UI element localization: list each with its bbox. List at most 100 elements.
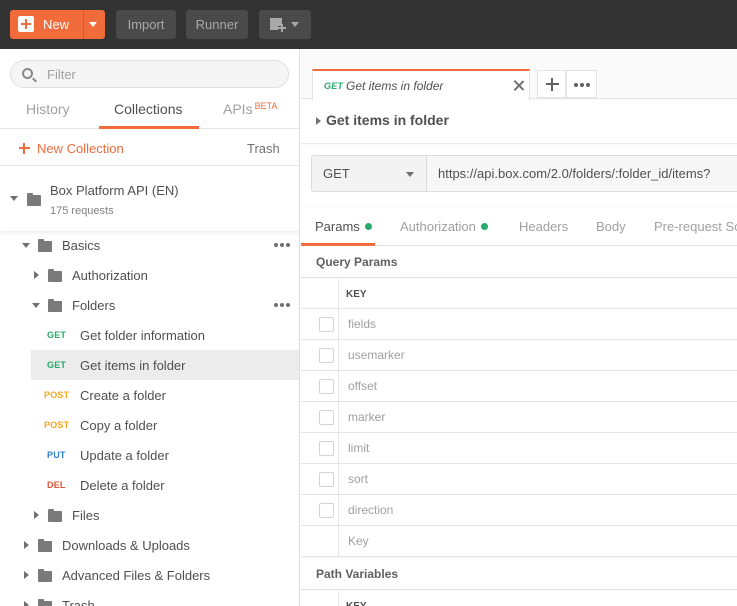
trash-button[interactable]: Trash — [247, 141, 280, 156]
filter-input[interactable] — [47, 66, 277, 83]
folder-downloads-uploads[interactable]: Downloads & Uploads — [0, 530, 299, 560]
status-dot — [364, 223, 372, 230]
tab-options-button[interactable] — [566, 70, 597, 98]
request-item[interactable]: PUT Update a folder — [0, 440, 299, 470]
param-row[interactable]: offset — [301, 371, 737, 402]
param-key[interactable]: fields — [348, 317, 376, 331]
collection-header[interactable]: Box Platform API (EN) 175 requests — [0, 173, 299, 231]
folder-label: Advanced Files & Folders — [62, 568, 211, 583]
caret-right-icon[interactable] — [24, 541, 29, 549]
param-key[interactable]: offset — [348, 379, 377, 393]
folder-icon — [48, 509, 62, 522]
tab-pre-request-script[interactable]: Pre-request Script — [654, 219, 737, 234]
new-button[interactable]: New — [10, 10, 105, 39]
folder-label: Trash — [62, 598, 95, 606]
close-icon[interactable] — [513, 80, 524, 91]
tab-body[interactable]: Body — [596, 219, 626, 234]
param-checkbox[interactable] — [319, 348, 334, 363]
more-options-icon[interactable] — [274, 243, 290, 247]
param-row[interactable]: direction — [301, 495, 737, 526]
url-value: https://api.box.com/2.0/folders/:folder_… — [438, 166, 711, 181]
param-row[interactable]: limit — [301, 433, 737, 464]
folder-files[interactable]: Files — [0, 500, 299, 530]
more-options-icon[interactable] — [274, 303, 290, 307]
new-key-input[interactable]: Key — [348, 534, 369, 548]
folder-label: Basics — [62, 238, 101, 253]
request-item[interactable]: POST Copy a folder — [0, 410, 299, 440]
folder-label: Files — [72, 508, 100, 523]
caret-right-icon[interactable] — [316, 117, 321, 125]
folder-advanced-files-folders[interactable]: Advanced Files & Folders — [0, 560, 299, 590]
param-key[interactable]: marker — [348, 410, 385, 424]
runner-button[interactable]: Runner — [186, 10, 248, 39]
folder-folders[interactable]: Folders — [0, 290, 299, 320]
key-column-header: KEY — [346, 289, 367, 300]
request-label: Delete a folder — [80, 478, 165, 493]
caret-down-icon[interactable] — [32, 303, 40, 308]
tab-params[interactable]: Params — [315, 219, 372, 234]
section-title: Path Variables — [316, 567, 399, 581]
divider — [338, 309, 339, 339]
param-row[interactable]: usemarker — [301, 340, 737, 371]
caret-right-icon[interactable] — [24, 601, 29, 606]
folder-trash[interactable]: Trash — [0, 590, 299, 606]
new-tab-button[interactable] — [537, 70, 566, 98]
new-param-row[interactable]: Key — [301, 526, 737, 557]
folder-authorization[interactable]: Authorization — [0, 260, 299, 290]
param-key[interactable]: usemarker — [348, 348, 405, 362]
tab-collections[interactable]: Collections — [114, 101, 182, 117]
param-checkbox[interactable] — [319, 472, 334, 487]
param-checkbox[interactable] — [319, 410, 334, 425]
param-checkbox[interactable] — [319, 503, 334, 518]
url-bar: GET https://api.box.com/2.0/folders/:fol… — [301, 145, 737, 207]
caret-down-icon[interactable] — [22, 243, 30, 248]
tab-apis[interactable]: APIs BETA — [223, 101, 277, 117]
folder-label: Authorization — [72, 268, 148, 283]
request-item-selected[interactable]: GET Get items in folder — [31, 350, 299, 380]
collection-icon — [27, 193, 41, 206]
tab-authorization-label: Authorization — [400, 219, 476, 234]
new-collection-label: New Collection — [37, 141, 124, 156]
param-checkbox[interactable] — [319, 379, 334, 394]
method-select[interactable]: GET — [311, 155, 427, 192]
request-item[interactable]: GET Get folder information — [0, 320, 299, 350]
param-key[interactable]: sort — [348, 472, 368, 486]
caret-right-icon[interactable] — [34, 271, 39, 279]
tab-history[interactable]: History — [26, 101, 70, 117]
request-item[interactable]: POST Create a folder — [0, 380, 299, 410]
new-window-button[interactable] — [259, 10, 311, 39]
collection-request-count: 175 requests — [50, 205, 114, 217]
request-item[interactable]: DEL Delete a folder — [0, 470, 299, 500]
folder-basics[interactable]: Basics — [0, 230, 299, 260]
param-row[interactable]: marker — [301, 402, 737, 433]
param-key[interactable]: limit — [348, 441, 369, 455]
param-row[interactable]: fields — [301, 309, 737, 340]
import-button[interactable]: Import — [116, 10, 176, 39]
caret-down-icon — [291, 22, 299, 27]
request-title-row[interactable]: Get items in folder — [301, 100, 737, 144]
param-checkbox[interactable] — [319, 317, 334, 332]
caret-down-icon[interactable] — [10, 196, 18, 201]
param-row[interactable]: sort — [301, 464, 737, 495]
folder-label: Folders — [72, 298, 116, 313]
caret-right-icon[interactable] — [34, 511, 39, 519]
method-badge: POST — [44, 420, 70, 430]
param-checkbox[interactable] — [319, 441, 334, 456]
new-collection-button[interactable]: New Collection — [19, 141, 124, 156]
tab-authorization[interactable]: Authorization — [400, 219, 488, 234]
method-badge: GET — [47, 360, 67, 370]
caret-right-icon[interactable] — [24, 571, 29, 579]
path-table-header: KEY — [301, 591, 737, 606]
collection-actions: New Collection Trash — [0, 130, 299, 166]
status-dot — [480, 223, 488, 230]
tab-headers[interactable]: Headers — [519, 219, 568, 234]
new-button-label: New — [43, 17, 70, 32]
method-badge: GET — [47, 330, 67, 340]
param-key[interactable]: direction — [348, 503, 393, 517]
url-input[interactable]: https://api.box.com/2.0/folders/:folder_… — [426, 155, 737, 192]
caret-down-icon[interactable] — [89, 22, 97, 27]
request-label: Get folder information — [80, 328, 206, 343]
request-label: Update a folder — [80, 448, 169, 463]
open-request-tab[interactable]: GET Get items in folder — [312, 69, 530, 100]
method-value: GET — [323, 166, 350, 181]
